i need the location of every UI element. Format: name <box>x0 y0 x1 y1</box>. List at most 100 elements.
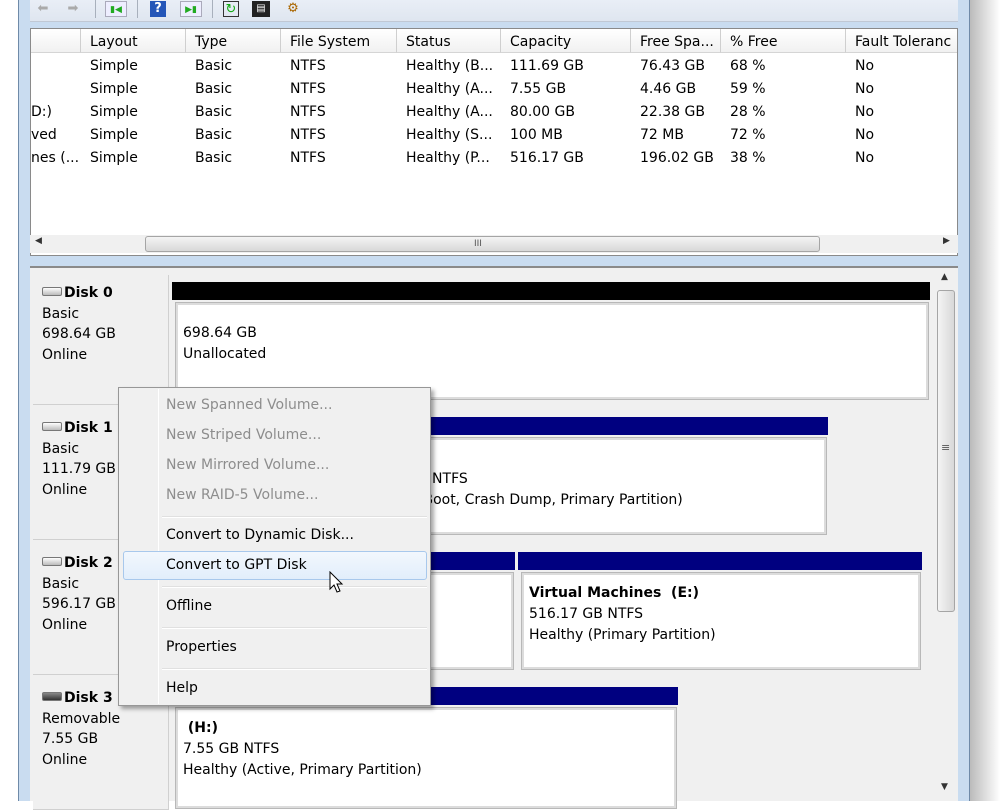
table-cell: 4.46 GB <box>640 81 697 97</box>
disk-state: Online <box>42 346 88 363</box>
disk-name: Disk 0 <box>42 283 168 304</box>
scroll-up-arrow-icon[interactable]: ▲ <box>941 272 948 282</box>
partition-title: (H:) <box>183 720 218 736</box>
table-cell: 76.43 GB <box>640 58 705 74</box>
table-cell: 59 % <box>730 81 766 97</box>
disk-name-text: Disk 3 <box>64 690 113 706</box>
table-cell: 72 % <box>730 127 766 143</box>
vertical-scroll-thumb[interactable]: ≡ <box>937 290 955 612</box>
column-header[interactable] <box>31 29 81 53</box>
menu-separator <box>162 627 427 629</box>
show-hide-action-pane-icon[interactable]: ▶▮ <box>180 1 202 17</box>
table-cell: 100 MB <box>510 127 563 143</box>
table-cell: Simple <box>90 81 138 97</box>
column-header[interactable]: Fault Toleranc <box>846 29 957 53</box>
help-icon[interactable]: ? <box>150 1 166 17</box>
partition-bar <box>518 552 922 570</box>
table-cell: Healthy (B... <box>406 58 494 74</box>
disk-drive-icon <box>42 557 62 566</box>
toolbar-separator <box>137 0 138 18</box>
table-cell: No <box>855 104 875 120</box>
properties-icon[interactable]: ▤ <box>252 1 270 17</box>
table-cell: No <box>855 127 875 143</box>
table-cell: Basic <box>195 150 233 166</box>
menu-item-new-raid-5-volume: New RAID-5 Volume... <box>166 487 319 503</box>
table-cell: Healthy (P... <box>406 150 490 166</box>
table-cell: Simple <box>90 58 138 74</box>
partition[interactable]: (H:) 7.55 GB NTFS Healthy (Active, Primary… <box>175 707 677 809</box>
table-cell: 28 % <box>730 104 766 120</box>
partition-title: Virtual Machines (E:) <box>529 585 700 601</box>
column-header[interactable]: % Free <box>721 29 846 53</box>
table-cell: D:) <box>31 104 52 120</box>
show-hide-console-tree-icon[interactable]: ▮◀ <box>105 1 127 17</box>
table-cell: 38 % <box>730 150 766 166</box>
column-header[interactable]: Type <box>186 29 281 53</box>
forward-arrow-icon[interactable]: ➡ <box>62 1 84 17</box>
table-cell: 22.38 GB <box>640 104 705 120</box>
toolbar-separator <box>212 0 213 18</box>
menu-separator <box>162 586 427 588</box>
disk-drive-icon <box>42 422 62 431</box>
menu-item-new-spanned-volume: New Spanned Volume... <box>166 397 333 413</box>
table-cell: nes (... <box>31 150 80 166</box>
column-header[interactable]: Capacity <box>501 29 631 53</box>
column-header[interactable]: Status <box>397 29 501 53</box>
table-cell: Healthy (A... <box>406 104 493 120</box>
table-cell: No <box>855 150 875 166</box>
table-cell: 68 % <box>730 58 766 74</box>
table-row[interactable]: D:) Simple Basic NTFS Healthy (A... 80.00 GB 2… <box>31 101 957 124</box>
menu-item-properties[interactable]: Properties <box>166 635 237 659</box>
table-cell: 80.00 GB <box>510 104 575 120</box>
table-cell <box>31 55 81 78</box>
table-row[interactable]: nes (... Simple Basic NTFS Healthy (P... 516.… <box>31 147 957 170</box>
back-arrow-icon[interactable]: ⬅ <box>32 1 54 17</box>
partition-title <box>183 313 921 323</box>
menu-item-offline[interactable]: Offline <box>166 594 212 618</box>
partition-status: Unallocated <box>183 346 267 362</box>
column-header[interactable]: Layout <box>81 29 186 53</box>
scroll-right-arrow-icon[interactable]: ▶ <box>943 236 950 246</box>
table-cell: Simple <box>90 104 138 120</box>
menu-item-help[interactable]: Help <box>166 676 198 700</box>
table-cell: Simple <box>90 127 138 143</box>
disk-type: Basic <box>42 305 80 322</box>
table-cell: NTFS <box>290 150 326 166</box>
column-header[interactable]: Free Spa... <box>631 29 721 53</box>
table-cell: Basic <box>195 81 233 97</box>
partition-bar <box>172 282 930 300</box>
menu-item-new-striped-volume: New Striped Volume... <box>166 427 322 443</box>
disk-label-0[interactable]: Disk 0 Basic 698.64 GB Online <box>33 275 169 405</box>
scroll-down-arrow-icon[interactable]: ▼ <box>941 782 948 792</box>
partition-status: Healthy (Active, Primary Partition) <box>183 762 422 778</box>
scroll-left-arrow-icon[interactable]: ◀ <box>35 236 42 246</box>
menu-icon-gutter <box>158 389 159 704</box>
table-row[interactable]: Simple Basic NTFS Healthy (B... 111.69 GB 76.… <box>31 55 957 78</box>
table-cell: ved <box>31 127 57 143</box>
toolbar: ⬅ ➡ ▮◀ ? ▶▮ ↻ ▤ ⚙ <box>30 0 958 22</box>
refresh-icon[interactable]: ↻ <box>223 1 239 17</box>
menu-item-new-mirrored-volume: New Mirrored Volume... <box>166 457 330 473</box>
table-cell <box>31 78 81 101</box>
scroll-grip: ≡ <box>941 441 951 454</box>
table-row[interactable]: Simple Basic NTFS Healthy (A... 7.55 GB 4.46 … <box>31 78 957 101</box>
partition[interactable]: 698.64 GB Unallocated <box>175 302 929 400</box>
disk-type: Removable <box>42 710 121 727</box>
mouse-cursor-icon <box>329 571 344 593</box>
horizontal-scroll-thumb[interactable]: III <box>145 236 820 252</box>
table-cell: No <box>855 81 875 97</box>
column-header[interactable]: File System <box>281 29 397 53</box>
table-cell: Healthy (A... <box>406 81 493 97</box>
partition-size: 7.55 GB NTFS <box>183 741 280 757</box>
partition-size: 516.17 GB NTFS <box>529 606 644 622</box>
settings-icon[interactable]: ⚙ <box>284 1 302 17</box>
partition[interactable]: Virtual Machines (E:) 516.17 GB NTFS Healt… <box>521 572 921 670</box>
window-shadow <box>970 0 1000 801</box>
table-cell: NTFS <box>290 104 326 120</box>
volume-list: Layout Type File System Status Capacity Free … <box>30 28 958 256</box>
table-row[interactable]: ved Simple Basic NTFS Healthy (S... 100 MB 72 … <box>31 124 957 147</box>
table-cell: 72 MB <box>640 127 684 143</box>
menu-item-convert-to-dynamic-disk[interactable]: Convert to Dynamic Disk... <box>166 523 354 547</box>
partition-title <box>418 448 819 469</box>
menu-item-convert-to-gpt-disk[interactable]: Convert to GPT Disk <box>166 553 307 577</box>
